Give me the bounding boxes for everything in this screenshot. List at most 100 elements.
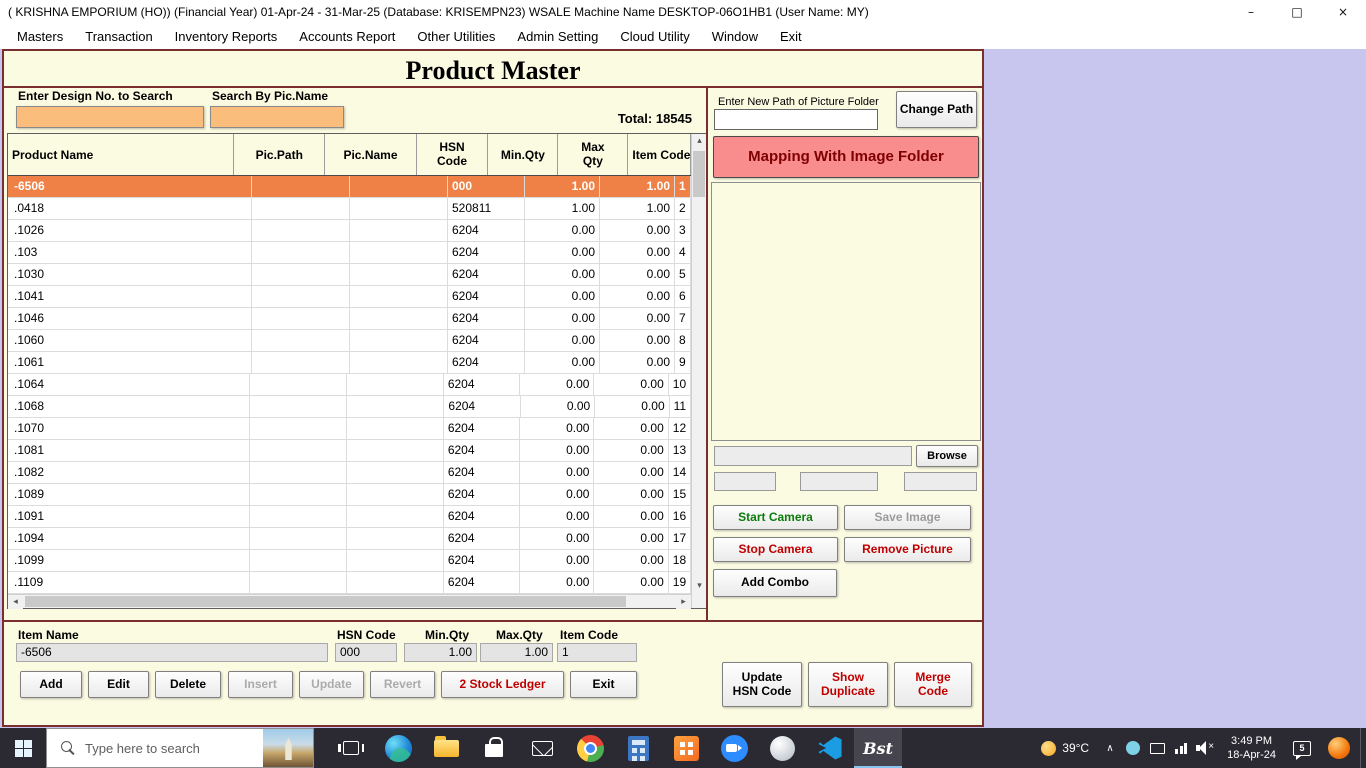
small-field-2[interactable] — [800, 472, 878, 491]
menu-masters[interactable]: Masters — [6, 29, 74, 44]
grid-cell[interactable]: 17 — [669, 528, 691, 549]
taskbar-app-busy-active[interactable]: Bst — [854, 728, 902, 768]
table-row[interactable]: .109162040.000.0016 — [8, 506, 691, 528]
column-header-pic-name[interactable]: Pic.Name — [325, 134, 416, 175]
grid-cell[interactable]: 15 — [669, 484, 691, 505]
menu-admin-setting[interactable]: Admin Setting — [506, 29, 609, 44]
grid-cell[interactable] — [252, 198, 350, 219]
table-row[interactable]: .04185208111.001.002 — [8, 198, 691, 220]
vertical-scrollbar[interactable]: ▴ ▾ — [692, 134, 706, 594]
grid-cell[interactable]: .0418 — [8, 198, 252, 219]
grid-cell[interactable] — [250, 462, 347, 483]
grid-cell[interactable] — [250, 550, 347, 571]
grid-cell[interactable]: 0.00 — [525, 264, 600, 285]
grid-cell[interactable] — [250, 418, 347, 439]
grid-cell[interactable]: .1089 — [8, 484, 250, 505]
grid-cell[interactable] — [250, 572, 347, 593]
menu-transaction[interactable]: Transaction — [74, 29, 163, 44]
browse-button[interactable]: Browse — [916, 445, 978, 467]
grid-cell[interactable] — [350, 242, 448, 263]
grid-cell[interactable]: 0.00 — [525, 308, 600, 329]
grid-cell[interactable]: 6204 — [444, 550, 520, 571]
minimize-button[interactable]: – — [1228, 0, 1274, 24]
grid-cell[interactable]: 0.00 — [600, 330, 675, 351]
menu-window[interactable]: Window — [701, 29, 769, 44]
table-row[interactable]: .106462040.000.0010 — [8, 374, 691, 396]
search-highlight-image[interactable] — [263, 729, 313, 767]
grid-cell[interactable] — [347, 550, 444, 571]
grid-cell[interactable]: .1082 — [8, 462, 250, 483]
column-header-max-qty[interactable]: Max Qty — [558, 134, 628, 175]
scroll-left-arrow[interactable]: ◂ — [8, 595, 23, 609]
grid-cell[interactable] — [252, 352, 350, 373]
grid-cell[interactable]: 0.00 — [600, 286, 675, 307]
grid-cell[interactable]: .103 — [8, 242, 252, 263]
show-desktop-button[interactable] — [1360, 728, 1366, 768]
grid-cell[interactable]: 0.00 — [520, 572, 594, 593]
grid-cell[interactable]: .1099 — [8, 550, 250, 571]
grid-cell[interactable] — [350, 264, 448, 285]
grid-cell[interactable] — [250, 506, 347, 527]
table-row[interactable]: .106062040.000.008 — [8, 330, 691, 352]
exit-button[interactable]: Exit — [570, 671, 637, 698]
grid-cell[interactable] — [347, 418, 444, 439]
scroll-up-arrow[interactable]: ▴ — [692, 134, 707, 149]
remove-picture-button[interactable]: Remove Picture — [844, 537, 971, 562]
grid-cell[interactable] — [350, 286, 448, 307]
image-file-input[interactable] — [714, 446, 912, 466]
grid-cell[interactable]: .1070 — [8, 418, 250, 439]
grid-cell[interactable]: 6204 — [448, 242, 525, 263]
taskbar-app-store[interactable] — [470, 728, 518, 768]
grid-cell[interactable]: 6204 — [444, 572, 520, 593]
grid-cell[interactable] — [250, 484, 347, 505]
maximize-button[interactable]: □ — [1274, 0, 1320, 24]
show-duplicate-button[interactable]: Show Duplicate — [808, 662, 888, 707]
grid-cell[interactable] — [252, 242, 350, 263]
grid-cell[interactable]: 0.00 — [594, 418, 668, 439]
grid-cell[interactable]: -6506 — [8, 176, 252, 197]
column-header-hsn-code[interactable]: HSN Code — [417, 134, 489, 175]
table-row[interactable]: .107062040.000.0012 — [8, 418, 691, 440]
table-row[interactable]: .108162040.000.0013 — [8, 440, 691, 462]
stock-ledger-button[interactable]: 2 Stock Ledger — [441, 671, 564, 698]
grid-cell[interactable]: 0.00 — [600, 220, 675, 241]
taskbar-app-orange[interactable] — [662, 728, 710, 768]
grid-cell[interactable]: 0.00 — [594, 440, 668, 461]
taskbar-app-vscode[interactable] — [806, 728, 854, 768]
taskbar-app-edge[interactable] — [374, 728, 422, 768]
grid-cell[interactable]: 6204 — [444, 418, 520, 439]
add-combo-button[interactable]: Add Combo — [713, 569, 837, 597]
table-row[interactable]: .103062040.000.005 — [8, 264, 691, 286]
grid-cell[interactable]: 11 — [670, 396, 691, 417]
menu-accounts-report[interactable]: Accounts Report — [288, 29, 406, 44]
scrollbar-track[interactable] — [692, 149, 706, 579]
grid-cell[interactable]: 9 — [675, 352, 691, 373]
taskbar-app-file-explorer[interactable] — [422, 728, 470, 768]
grid-cell[interactable]: 0.00 — [520, 374, 594, 395]
grid-cell[interactable]: 0.00 — [525, 220, 600, 241]
grid-cell[interactable]: 0.00 — [600, 352, 675, 373]
grid-cell[interactable]: 7 — [675, 308, 691, 329]
table-row[interactable]: .10362040.000.004 — [8, 242, 691, 264]
grid-cell[interactable] — [347, 462, 444, 483]
table-row[interactable]: -65060001.001.001 — [8, 176, 691, 198]
scrollbar-thumb[interactable] — [25, 596, 626, 607]
table-row[interactable]: .109462040.000.0017 — [8, 528, 691, 550]
grid-cell[interactable]: 4 — [675, 242, 691, 263]
grid-cell[interactable]: 0.00 — [595, 396, 669, 417]
column-header-item-code[interactable]: Item Code — [628, 134, 691, 175]
grid-cell[interactable]: .1081 — [8, 440, 250, 461]
grid-cell[interactable] — [250, 440, 347, 461]
grid-cell[interactable]: 6204 — [444, 440, 520, 461]
grid-cell[interactable]: .1041 — [8, 286, 252, 307]
grid-cell[interactable]: 0.00 — [520, 550, 594, 571]
grid-cell[interactable] — [350, 220, 448, 241]
tray-app-button[interactable] — [1121, 741, 1145, 755]
notification-center-button[interactable]: 5 — [1286, 741, 1318, 756]
small-field-1[interactable] — [714, 472, 776, 491]
design-search-input[interactable] — [16, 106, 204, 128]
grid-cell[interactable]: 6204 — [448, 308, 525, 329]
grid-cell[interactable]: 0.00 — [520, 484, 594, 505]
update-hsn-code-button[interactable]: Update HSN Code — [722, 662, 802, 707]
grid-cell[interactable]: 8 — [675, 330, 691, 351]
